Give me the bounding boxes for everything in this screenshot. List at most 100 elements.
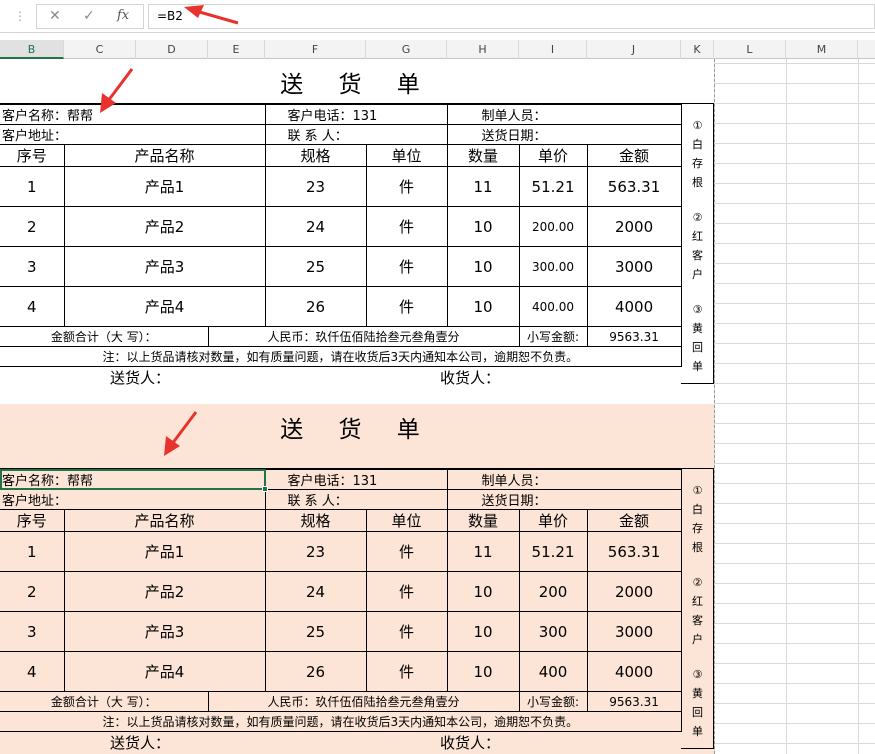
table-cell[interactable]: 10: [446, 571, 520, 612]
delivery-date-cell[interactable]: 送货日期：: [446, 124, 682, 145]
table-cell[interactable]: 26: [264, 286, 367, 327]
table-cell[interactable]: 200.00: [518, 206, 588, 247]
column-header-cell[interactable]: 单位: [365, 509, 448, 532]
table-cell[interactable]: 4000: [586, 286, 682, 327]
table-cell[interactable]: 件: [365, 611, 448, 652]
rmb-text-cell[interactable]: 人民币：玖仟伍佰陆拾叁元叁角壹分: [207, 326, 520, 347]
sender-cell[interactable]: 送货人：: [0, 366, 367, 388]
customer-phone-cell[interactable]: 客户电话：131: [264, 104, 448, 125]
column-header-c[interactable]: C: [64, 40, 136, 59]
table-cell[interactable]: 563.31: [586, 531, 682, 572]
table-cell[interactable]: 24: [264, 206, 367, 247]
table-cell[interactable]: 51.21: [518, 166, 588, 207]
note-cell[interactable]: 注：以上货品请核对数量，如有质量问题，请在收货后3天内通知本公司，逾期恕不负责。: [0, 711, 682, 732]
contact-cell[interactable]: 联 系 人：: [264, 489, 448, 510]
column-header-cell[interactable]: 单位: [365, 144, 448, 167]
table-cell[interactable]: 25: [264, 246, 367, 287]
table-cell[interactable]: 产品1: [63, 531, 266, 572]
total-label-cell[interactable]: 金额合计（大 写）：: [0, 326, 209, 347]
table-cell[interactable]: 件: [365, 571, 448, 612]
column-header-k[interactable]: K: [681, 40, 714, 59]
address-cell[interactable]: 客户地址：: [0, 489, 266, 510]
table-cell[interactable]: 26: [264, 651, 367, 692]
column-header-cell[interactable]: 规格: [264, 144, 367, 167]
table-cell[interactable]: 产品2: [63, 206, 266, 247]
total-label-cell[interactable]: 金额合计（大 写）：: [0, 691, 209, 712]
table-cell[interactable]: 400: [518, 651, 588, 692]
note-cell[interactable]: 注：以上货品请核对数量，如有质量问题，请在收货后3天内通知本公司，逾期恕不负责。: [0, 346, 682, 367]
table-cell[interactable]: 25: [264, 611, 367, 652]
table-cell[interactable]: 件: [365, 206, 448, 247]
table-cell[interactable]: 300: [518, 611, 588, 652]
table-cell[interactable]: 2000: [586, 571, 682, 612]
table-cell[interactable]: 产品4: [63, 286, 266, 327]
table-cell[interactable]: 件: [365, 246, 448, 287]
table-cell[interactable]: 4: [0, 286, 65, 327]
column-header-cell[interactable]: 数量: [446, 144, 520, 167]
table-cell[interactable]: 23: [264, 531, 367, 572]
table-cell[interactable]: 1: [0, 531, 65, 572]
table-cell[interactable]: 产品4: [63, 651, 266, 692]
table-cell[interactable]: 4: [0, 651, 65, 692]
column-header-m[interactable]: M: [786, 40, 858, 59]
column-header-h[interactable]: H: [447, 40, 519, 59]
column-header-cell[interactable]: 规格: [264, 509, 367, 532]
table-cell[interactable]: 23: [264, 166, 367, 207]
small-label-cell[interactable]: 小写金额:: [518, 691, 588, 712]
column-header-i[interactable]: I: [519, 40, 587, 59]
table-cell[interactable]: 10: [446, 611, 520, 652]
table-cell[interactable]: 4000: [586, 651, 682, 692]
maker-cell[interactable]: 制单人员：: [446, 104, 682, 125]
column-header-l[interactable]: L: [714, 40, 786, 59]
table-cell[interactable]: 件: [365, 286, 448, 327]
table-cell[interactable]: 产品2: [63, 571, 266, 612]
table-cell[interactable]: 件: [365, 651, 448, 692]
column-header-f[interactable]: F: [265, 40, 366, 59]
table-cell[interactable]: 2: [0, 571, 65, 612]
table-cell[interactable]: 件: [365, 166, 448, 207]
insert-function-icon[interactable]: fx: [117, 8, 129, 23]
small-label-cell[interactable]: 小写金额:: [518, 326, 588, 347]
table-cell[interactable]: 10: [446, 286, 520, 327]
column-header-cell[interactable]: 序号: [0, 144, 65, 167]
table-cell[interactable]: 件: [365, 531, 448, 572]
column-header-b[interactable]: B: [0, 40, 64, 59]
table-cell[interactable]: 200: [518, 571, 588, 612]
table-cell[interactable]: 10: [446, 246, 520, 287]
table-cell[interactable]: 3: [0, 246, 65, 287]
address-cell[interactable]: 客户地址：: [0, 124, 266, 145]
table-cell[interactable]: 3000: [586, 611, 682, 652]
table-cell[interactable]: 产品1: [63, 166, 266, 207]
small-value-cell[interactable]: 9563.31: [586, 691, 682, 712]
table-cell[interactable]: 3: [0, 611, 65, 652]
maker-cell[interactable]: 制单人员：: [446, 469, 682, 490]
table-cell[interactable]: 400.00: [518, 286, 588, 327]
table-cell[interactable]: 24: [264, 571, 367, 612]
cancel-icon[interactable]: ✕: [49, 8, 61, 24]
table-cell[interactable]: 10: [446, 206, 520, 247]
column-header-cell[interactable]: 单价: [518, 144, 588, 167]
table-cell[interactable]: 产品3: [63, 611, 266, 652]
column-header-cell[interactable]: 产品名称: [63, 509, 266, 532]
table-cell[interactable]: 1: [0, 166, 65, 207]
column-header-g[interactable]: G: [366, 40, 447, 59]
worksheet[interactable]: 送 货 单客户名称：帮帮 客户电话：131 制单人员： 客户地址：联 系 人： 送货日期…: [0, 59, 875, 754]
receiver-cell[interactable]: 收货人：: [366, 366, 682, 388]
column-header-cell[interactable]: 金额: [586, 144, 682, 167]
small-value-cell[interactable]: 9563.31: [586, 326, 682, 347]
column-header-e[interactable]: E: [208, 40, 265, 59]
formula-input[interactable]: =B2: [148, 4, 875, 29]
table-cell[interactable]: 2000: [586, 206, 682, 247]
enter-icon[interactable]: ✓: [83, 8, 95, 24]
customer-phone-cell[interactable]: 客户电话：131: [264, 469, 448, 490]
table-cell[interactable]: 3000: [586, 246, 682, 287]
column-header-cell[interactable]: 序号: [0, 509, 65, 532]
table-cell[interactable]: 10: [446, 651, 520, 692]
column-header-cell[interactable]: 单价: [518, 509, 588, 532]
sender-cell[interactable]: 送货人：: [0, 731, 367, 753]
table-cell[interactable]: 11: [446, 166, 520, 207]
column-header-cell[interactable]: 金额: [586, 509, 682, 532]
table-cell[interactable]: 563.31: [586, 166, 682, 207]
column-header-d[interactable]: D: [136, 40, 208, 59]
rmb-text-cell[interactable]: 人民币：玖仟伍佰陆拾叁元叁角壹分: [207, 691, 520, 712]
